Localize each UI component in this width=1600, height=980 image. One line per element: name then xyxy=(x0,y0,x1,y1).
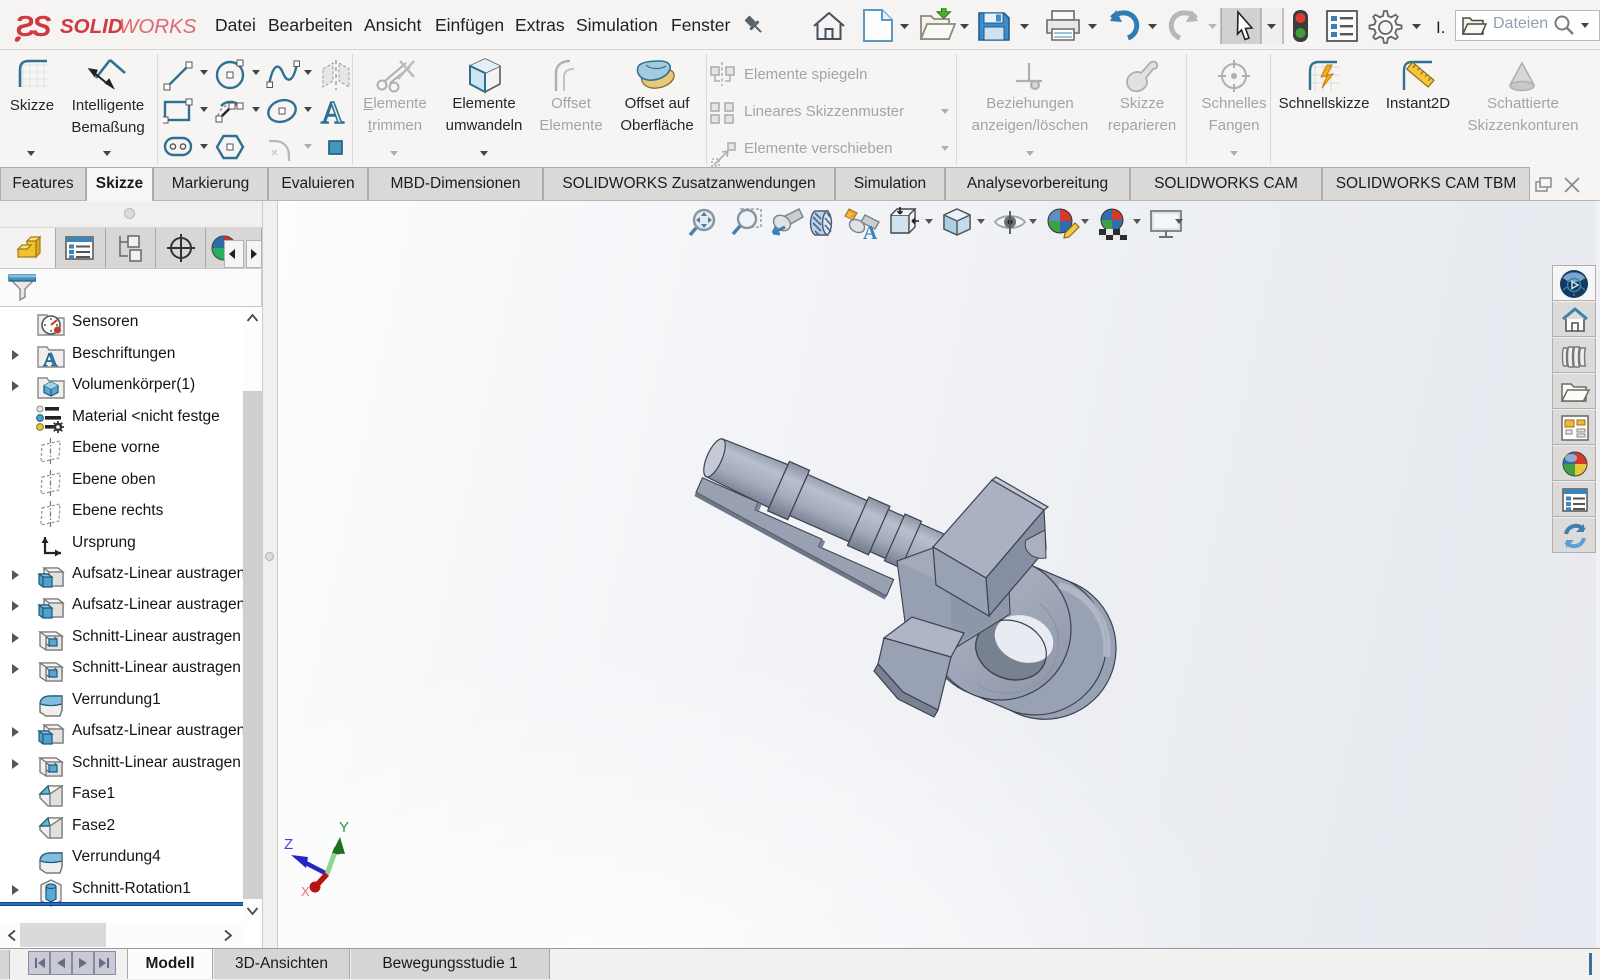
svg-text:A: A xyxy=(43,349,58,370)
svg-text:WORKS: WORKS xyxy=(119,15,197,38)
svg-text:Z: Z xyxy=(284,836,293,853)
svg-text:Y: Y xyxy=(339,819,349,836)
svg-text:A: A xyxy=(863,222,878,241)
svg-text:I.: I. xyxy=(1436,18,1445,37)
svg-text:A: A xyxy=(321,94,344,130)
svg-text:S: S xyxy=(32,11,52,43)
svg-text:SOLID: SOLID xyxy=(60,15,123,38)
svg-text:X: X xyxy=(301,884,310,899)
